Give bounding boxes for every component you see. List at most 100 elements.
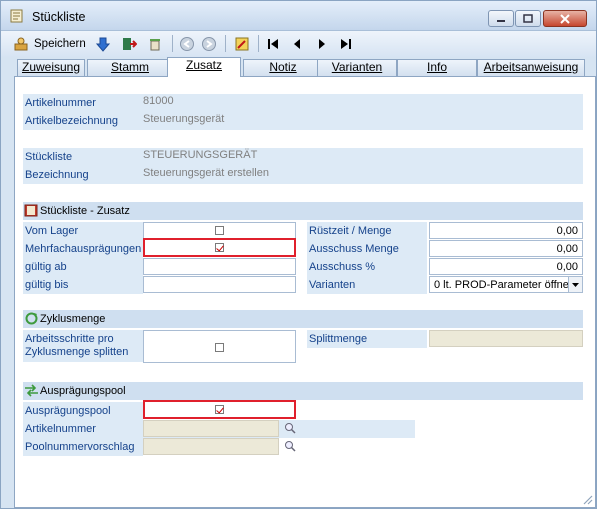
pool-icon <box>25 384 38 397</box>
last-icon <box>341 38 351 49</box>
resize-grip-icon[interactable] <box>581 493 593 505</box>
tab-varianten[interactable]: Varianten <box>317 59 397 76</box>
stueckliste-app-icon <box>10 9 23 23</box>
ausschuss-pct-label: Ausschuss % <box>309 261 376 273</box>
toolbar-separator <box>172 35 173 52</box>
ausschuss-pct-input[interactable]: 0,00 <box>429 258 583 275</box>
mehrfach-field <box>143 238 296 257</box>
delete-button[interactable] <box>145 34 165 53</box>
save-button[interactable]: Speichern <box>13 34 87 53</box>
tab-zusatz[interactable]: Zusatz <box>167 57 241 77</box>
forward-button[interactable] <box>199 34 219 53</box>
download-button[interactable] <box>93 34 113 53</box>
ausschuss-menge-row: Ausschuss Menge <box>307 240 427 258</box>
cycle-icon <box>25 312 38 325</box>
chevron-down-icon <box>572 282 579 287</box>
save-label: Speichern <box>34 37 86 50</box>
maximize-icon <box>523 14 533 23</box>
splittmenge-label: Splittmenge <box>309 333 368 345</box>
window-title: Stückliste <box>32 10 86 24</box>
tools-icon <box>235 37 249 50</box>
tab-zuweisung[interactable]: Zuweisung <box>17 59 85 76</box>
toolbar-separator <box>225 35 226 52</box>
previous-icon <box>294 38 300 49</box>
vom-lager-field <box>143 222 296 239</box>
title-bar: Stückliste <box>1 1 596 31</box>
minimize-button[interactable] <box>488 10 514 27</box>
poolnummer-input <box>143 438 279 455</box>
zusatz-section-header: Stückliste - Zusatz <box>23 202 583 220</box>
article-name-value: Steuerungsgerät <box>143 113 225 125</box>
mehrfach-checkbox[interactable] <box>215 243 224 252</box>
next-record-button[interactable] <box>313 34 331 53</box>
magnifier-icon <box>285 441 296 452</box>
ruestzeit-value: 0,00 <box>556 225 578 237</box>
pool-label: Ausprägungspool <box>25 405 111 417</box>
article-number-value: 81000 <box>143 95 174 107</box>
close-button[interactable] <box>543 10 587 27</box>
pool-section-title: Ausprägungspool <box>40 385 126 397</box>
tab-notiz[interactable]: Notiz <box>243 59 323 76</box>
toolbar-separator <box>258 35 259 52</box>
varianten-dropdown-button[interactable] <box>568 277 582 292</box>
maximize-button[interactable] <box>515 10 541 27</box>
poolnummer-lookup-button[interactable] <box>283 439 297 453</box>
last-record-button[interactable] <box>337 34 355 53</box>
split-row: Arbeitsschritte pro Zyklusmenge splitten <box>23 330 143 362</box>
first-icon <box>268 38 278 49</box>
forward-circle-icon <box>202 36 216 51</box>
ruestzeit-row: Rüstzeit / Menge <box>307 222 427 240</box>
next-icon <box>319 38 325 49</box>
close-icon <box>560 13 570 24</box>
split-label-line1: Arbeitsschritte pro <box>25 333 114 345</box>
vom-lager-label: Vom Lager <box>25 225 79 237</box>
zusatz-panel: Artikelnummer 81000 Artikelbezeichnung S… <box>14 76 596 508</box>
poolnummer-label: Poolnummervorschlag <box>25 441 135 453</box>
stueckliste-window: Stückliste Speichern Zuweisung Stamm Zus… <box>0 0 597 509</box>
poolnummer-row: Poolnummervorschlag <box>23 438 143 456</box>
ruestzeit-label: Rüstzeit / Menge <box>309 225 392 237</box>
pool-artikelnummer-label: Artikelnummer <box>25 423 96 435</box>
gueltig-bis-input[interactable] <box>143 276 296 293</box>
bom-value: STEUERUNGSGERÄT <box>143 149 258 161</box>
varianten-value: 0 lt. PROD-Parameter öffne <box>434 279 569 291</box>
article-name-label: Artikelbezeichnung <box>25 115 118 127</box>
split-label-line2: Zyklusmenge splitten <box>25 346 129 358</box>
tab-arbeitsanweisung[interactable]: Arbeitsanweisung <box>477 59 585 76</box>
bom-row: Stückliste STEUERUNGSGERÄT <box>23 148 583 166</box>
gueltig-ab-row: gültig ab <box>23 258 143 276</box>
gueltig-ab-input[interactable] <box>143 258 296 275</box>
gueltig-bis-label: gültig bis <box>25 279 69 291</box>
tab-info[interactable]: Info <box>397 59 477 76</box>
back-button[interactable] <box>177 34 197 53</box>
ausschuss-pct-value: 0,00 <box>556 261 578 273</box>
ausschuss-menge-input[interactable]: 0,00 <box>429 240 583 257</box>
export-button[interactable] <box>119 34 139 53</box>
varianten-label: Varianten <box>309 279 356 291</box>
article-name-row: Artikelbezeichnung Steuerungsgerät <box>23 112 583 130</box>
arrow-down-icon <box>95 37 111 52</box>
toolbar: Speichern <box>1 31 596 57</box>
ruestzeit-input[interactable]: 0,00 <box>429 222 583 239</box>
tools-button[interactable] <box>232 34 252 53</box>
split-checkbox[interactable] <box>215 343 224 352</box>
minimize-icon <box>497 19 505 22</box>
bom-desc-row: Bezeichnung Steuerungsgerät erstellen <box>23 166 583 184</box>
gueltig-ab-label: gültig ab <box>25 261 67 273</box>
tab-stamm[interactable]: Stamm <box>87 59 173 76</box>
vom-lager-checkbox[interactable] <box>215 226 224 235</box>
mehrfach-row: Mehrfachausprägungen <box>23 240 143 258</box>
varianten-select[interactable]: 0 lt. PROD-Parameter öffne <box>429 276 583 293</box>
pool-artikelnummer-lookup-button[interactable] <box>283 421 297 435</box>
splittmenge-input <box>429 330 583 347</box>
pool-section-header: Ausprägungspool <box>23 382 583 400</box>
article-number-label: Artikelnummer <box>25 97 96 109</box>
first-record-button[interactable] <box>264 34 282 53</box>
zyklus-section-header: Zyklusmenge <box>23 310 583 328</box>
save-icon <box>14 37 28 50</box>
zusatz-section-title: Stückliste - Zusatz <box>40 205 130 217</box>
back-circle-icon <box>180 36 194 51</box>
pool-checkbox[interactable] <box>215 405 224 414</box>
previous-record-button[interactable] <box>288 34 306 53</box>
bom-desc-label: Bezeichnung <box>25 169 89 181</box>
